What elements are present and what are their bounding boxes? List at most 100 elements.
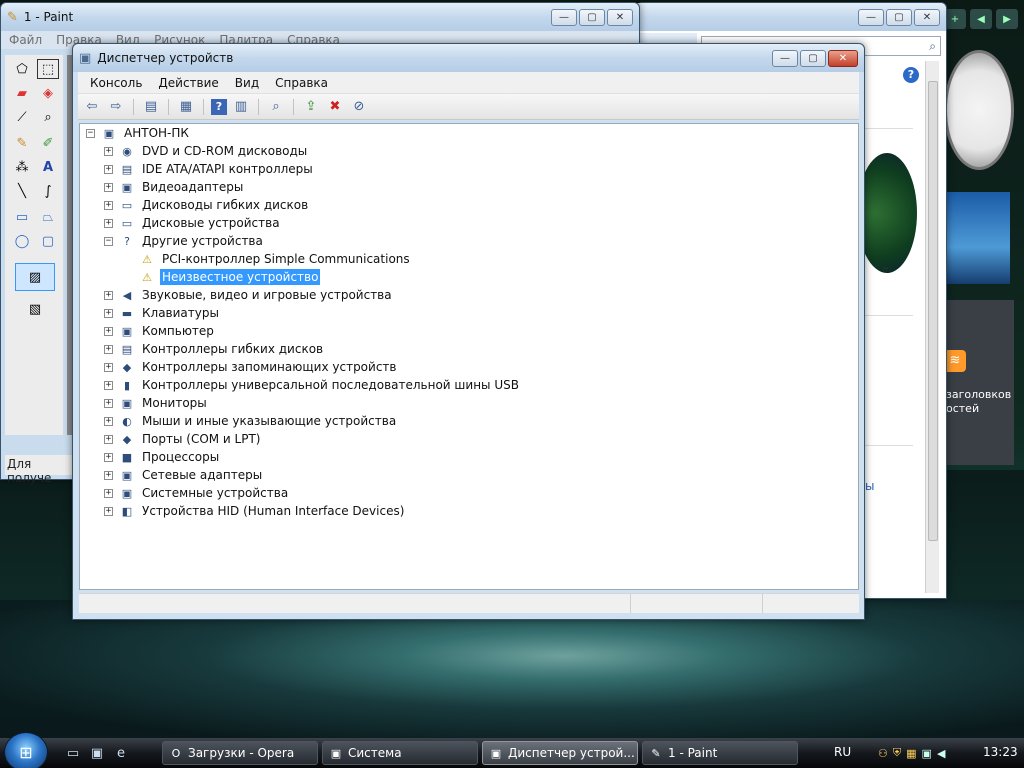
device-manager-window[interactable]: ▣ Диспетчер устройств — ▢ ✕ Консоль Дейс…: [72, 43, 865, 620]
transparent-mode-icon[interactable]: ▧: [15, 295, 55, 323]
add-gadget-icon[interactable]: +: [944, 9, 966, 29]
tree-child-item[interactable]: ⚠ PCI-контроллер Simple Communications: [124, 250, 412, 268]
feed-headlines-gadget[interactable]: ≋ заголовков остей: [944, 300, 1014, 465]
tree-category[interactable]: + ▣ Компьютер: [104, 322, 216, 340]
tree-child-item[interactable]: ⚠ Неизвестное устройство: [124, 268, 321, 286]
maximize-button[interactable]: ▢: [886, 8, 912, 26]
close-button[interactable]: ✕: [914, 8, 940, 26]
tree-category[interactable]: + ▤ IDE ATA/ATAPI контроллеры: [104, 160, 315, 178]
search-icon[interactable]: ⌕: [929, 39, 936, 54]
expand-icon[interactable]: +: [104, 290, 113, 300]
tree-category[interactable]: + ▣ Системные устройства: [104, 484, 290, 502]
view-icon[interactable]: ▥: [231, 98, 251, 116]
rounded-rect-icon[interactable]: ▢: [37, 231, 59, 251]
menu-help[interactable]: Справка: [267, 76, 336, 90]
collapse-icon[interactable]: −: [86, 128, 95, 138]
fill-icon[interactable]: ◈: [37, 83, 59, 103]
expand-icon[interactable]: +: [104, 218, 113, 228]
help-icon[interactable]: ?: [903, 67, 919, 83]
language-indicator[interactable]: RU: [834, 745, 851, 759]
tree-category[interactable]: −? Другие устройства: [104, 232, 265, 250]
system-titlebar[interactable]: — ▢ ✕: [637, 3, 946, 31]
close-button[interactable]: ✕: [828, 49, 858, 67]
show-hide-tree-icon[interactable]: ▤: [141, 98, 161, 116]
minimize-button[interactable]: —: [858, 8, 884, 26]
opaque-mode-icon[interactable]: ▨: [15, 263, 55, 291]
expand-icon[interactable]: +: [104, 416, 113, 426]
scroll-thumb[interactable]: [928, 81, 938, 541]
switch-windows-icon[interactable]: ▣: [88, 744, 106, 762]
tree-category[interactable]: + ◆ Контроллеры запоминающих устройств: [104, 358, 398, 376]
minimize-button[interactable]: —: [772, 49, 798, 67]
expand-icon[interactable]: +: [104, 164, 113, 174]
menu-file[interactable]: Файл: [9, 33, 42, 47]
expand-icon[interactable]: +: [104, 506, 113, 516]
tree-category[interactable]: + ▮ Контроллеры универсальной последовател…: [104, 376, 521, 394]
sidebar-controls[interactable]: + ◀ ▶: [944, 8, 1020, 30]
expand-icon[interactable]: +: [104, 362, 113, 372]
taskbar-task[interactable]: O Загрузки - Opera: [162, 741, 318, 765]
polygon-icon[interactable]: ⏢: [37, 207, 59, 227]
expand-icon[interactable]: +: [104, 470, 113, 480]
tree-category[interactable]: + ▤ Контроллеры гибких дисков: [104, 340, 325, 358]
curve-icon[interactable]: ∫: [37, 181, 59, 201]
line-icon[interactable]: ╲: [11, 181, 33, 201]
taskbar-task[interactable]: ▣ Система: [322, 741, 478, 765]
help-icon[interactable]: ?: [211, 98, 227, 115]
taskbar-task[interactable]: ✎ 1 - Paint: [642, 741, 798, 765]
disable-icon[interactable]: ⊘: [349, 98, 369, 116]
brush-icon[interactable]: ✐: [37, 133, 59, 153]
show-desktop-icon[interactable]: ▭: [64, 744, 82, 762]
maximize-button[interactable]: ▢: [800, 49, 826, 67]
rectangle-icon[interactable]: ▭: [11, 207, 33, 227]
collapse-icon[interactable]: −: [104, 236, 113, 246]
update-driver-icon[interactable]: ⇪: [301, 98, 321, 116]
menu-console[interactable]: Консоль: [82, 76, 150, 90]
scan-hardware-icon[interactable]: ⌕: [266, 98, 286, 116]
expand-icon[interactable]: +: [104, 344, 113, 354]
tree-category[interactable]: + ▬ Клавиатуры: [104, 304, 221, 322]
tree-category[interactable]: + ▣ Видеоадаптеры: [104, 178, 245, 196]
maximize-button[interactable]: ▢: [579, 8, 605, 26]
expand-icon[interactable]: +: [104, 308, 113, 318]
slideshow-gadget[interactable]: [944, 192, 1010, 284]
expand-icon[interactable]: +: [104, 488, 113, 498]
forward-icon[interactable]: ⇨: [106, 98, 126, 116]
clock-gadget[interactable]: [944, 50, 1014, 170]
devmgr-titlebar[interactable]: ▣ Диспетчер устройств — ▢ ✕: [73, 44, 864, 72]
paint-titlebar[interactable]: ✎ 1 - Paint — ▢ ✕: [1, 3, 639, 31]
taskbar-task[interactable]: ▣ Диспетчер устрой...: [482, 741, 638, 765]
network-icon[interactable]: ▣: [922, 747, 932, 760]
tree-category[interactable]: + ◐ Мыши и иные указывающие устройства: [104, 412, 398, 430]
airbrush-icon[interactable]: ⁂: [11, 157, 33, 177]
expand-icon[interactable]: +: [104, 380, 113, 390]
taskbar-clock[interactable]: 13:23: [983, 745, 1018, 759]
device-tree[interactable]: − ▣ АНТОН-ПК + ◉ DVD и CD-ROM дисководы + ▤ I…: [79, 123, 859, 590]
system-scrollbar[interactable]: [925, 61, 939, 593]
close-button[interactable]: ✕: [607, 8, 633, 26]
expand-icon[interactable]: +: [104, 146, 113, 156]
menu-view[interactable]: Вид: [227, 76, 267, 90]
tree-category[interactable]: + ◀ Звуковые, видео и игровые устройства: [104, 286, 394, 304]
tree-category[interactable]: + ■ Процессоры: [104, 448, 221, 466]
tree-category[interactable]: + ▣ Сетевые адаптеры: [104, 466, 264, 484]
expand-icon[interactable]: +: [104, 200, 113, 210]
pencil-icon[interactable]: ✎: [11, 133, 33, 153]
menu-action[interactable]: Действие: [150, 76, 226, 90]
tree-category[interactable]: + ◆ Порты (COM и LPT): [104, 430, 262, 448]
tray-icon-1[interactable]: ⚇: [878, 747, 888, 760]
prev-gadget-icon[interactable]: ◀: [970, 9, 992, 29]
expand-icon[interactable]: +: [104, 326, 113, 336]
next-gadget-icon[interactable]: ▶: [996, 9, 1018, 29]
uninstall-icon[interactable]: ✖: [325, 98, 345, 116]
tray-shield-icon[interactable]: ⛨: [893, 746, 901, 760]
tray-icon-3[interactable]: ▦: [906, 747, 916, 760]
free-select-icon[interactable]: ⬠: [11, 59, 33, 79]
volume-icon[interactable]: ◀: [937, 747, 945, 760]
system-link[interactable]: ы: [865, 479, 874, 493]
properties-icon[interactable]: ▦: [176, 98, 196, 116]
eraser-icon[interactable]: ▰: [11, 83, 33, 103]
color-picker-icon[interactable]: ⟋: [11, 107, 33, 127]
minimize-button[interactable]: —: [551, 8, 577, 26]
start-button[interactable]: ⊞: [4, 732, 48, 768]
